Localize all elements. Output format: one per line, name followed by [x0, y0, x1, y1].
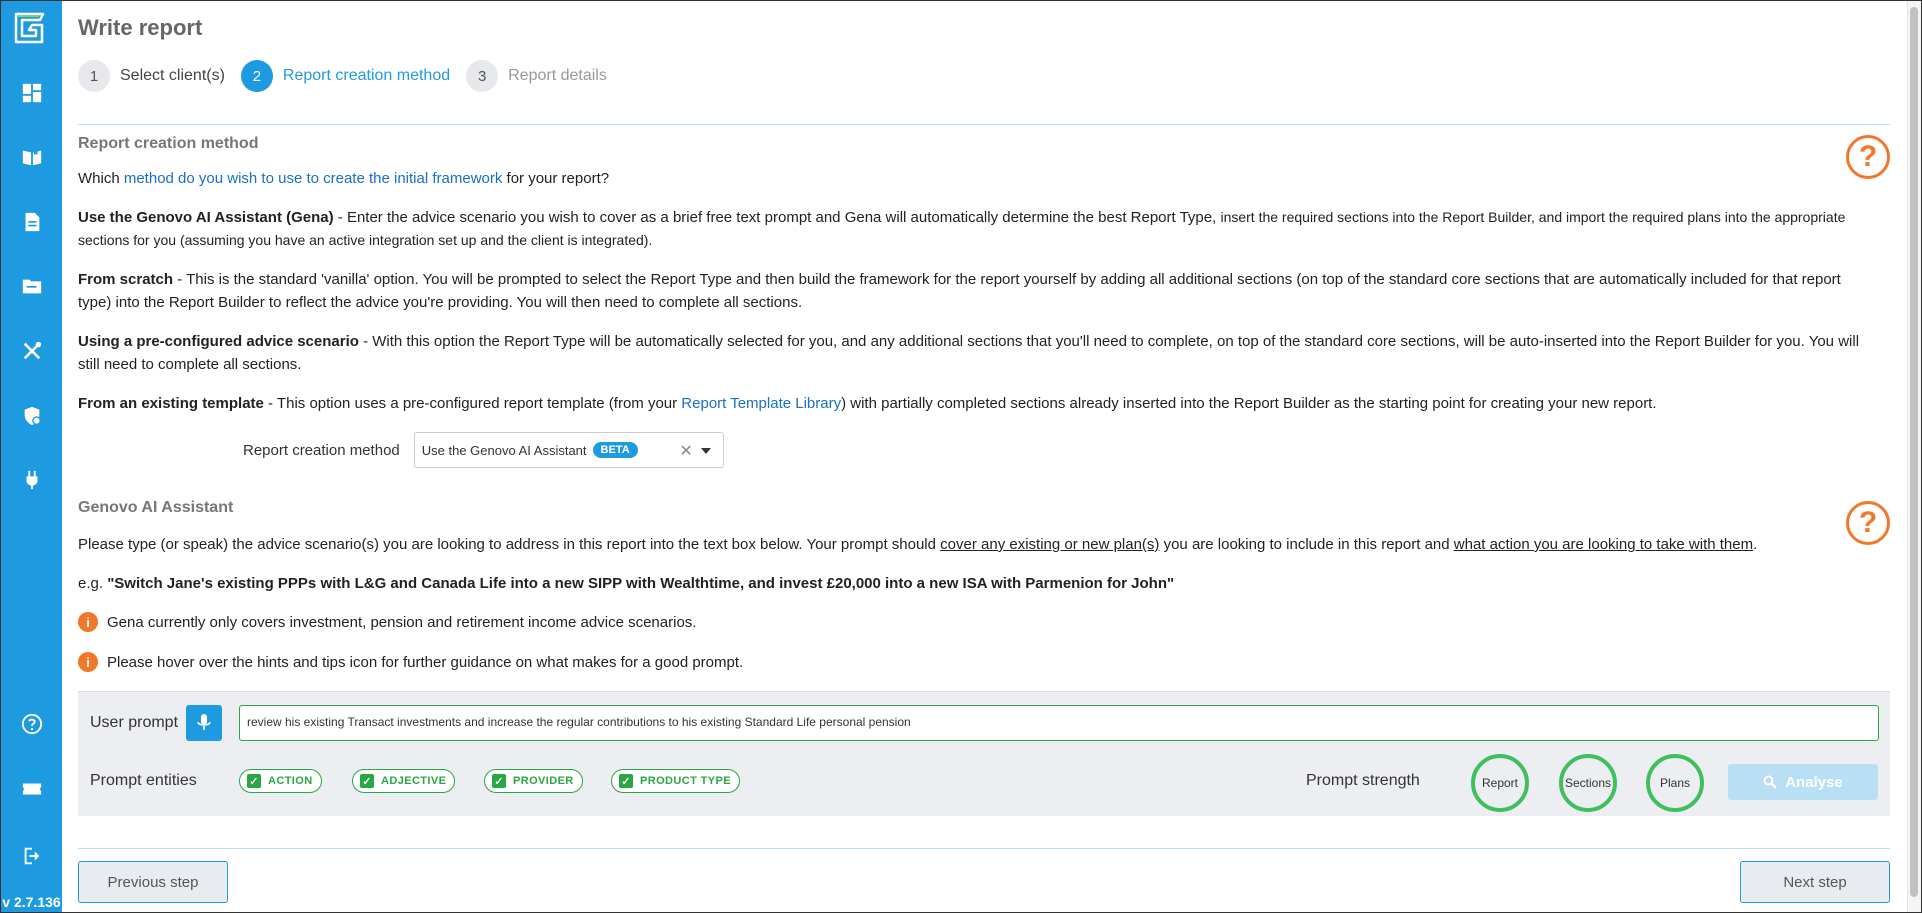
- existing-new-plans-hint[interactable]: cover any existing or new plan(s): [940, 536, 1159, 553]
- entity-label: ADJECTIVE: [381, 775, 447, 787]
- option-title: From scratch: [78, 271, 174, 288]
- option-text: - This option uses a pre-configured repo…: [263, 395, 682, 412]
- stepper: 1 Select client(s) 2 Report creation met…: [78, 59, 623, 93]
- entity-tag-product-type: ✓ PRODUCT TYPE: [611, 769, 740, 793]
- option-scratch-description: From scratch - This is the standard 'van…: [78, 268, 1878, 314]
- gena-example: e.g. "Switch Jane's existing PPPs with L…: [78, 572, 1878, 595]
- info-icon: i: [78, 612, 98, 632]
- clear-icon[interactable]: ✕: [679, 441, 692, 461]
- section-title-creation-method: Report creation method: [78, 135, 259, 152]
- divider: [78, 848, 1890, 849]
- plug-icon[interactable]: [19, 467, 45, 493]
- document-icon[interactable]: [19, 209, 45, 235]
- step-label: Select client(s): [120, 67, 225, 84]
- step-number: 1: [78, 60, 110, 92]
- report-template-library-link[interactable]: Report Template Library: [681, 395, 841, 412]
- analyse-label: Analyse: [1785, 773, 1843, 791]
- method-selected-value: Use the Genovo AI Assistant: [421, 442, 587, 458]
- gena-intro: Please type (or speak) the advice scenar…: [78, 533, 1878, 556]
- info-text: Please hover over the hints and tips ico…: [107, 653, 744, 671]
- tools-icon[interactable]: [19, 338, 45, 364]
- book-icon[interactable]: [19, 144, 45, 170]
- divider: [78, 124, 1890, 125]
- prompt-entities-label: Prompt entities: [90, 772, 197, 789]
- search-icon: [1763, 775, 1777, 789]
- intro-text: you are looking to include in this repor…: [1159, 536, 1454, 553]
- entity-tag-action: ✓ ACTION: [239, 769, 322, 793]
- check-icon: ✓: [619, 774, 633, 788]
- microphone-icon: [197, 714, 211, 730]
- method-framework-link[interactable]: method do you wish to use to create the …: [124, 170, 503, 187]
- step-number: 3: [466, 60, 499, 92]
- ticket-icon[interactable]: [19, 776, 45, 802]
- main-content: Write report 1 Select client(s) 2 Report…: [78, 1, 1890, 912]
- user-prompt-label: User prompt: [90, 714, 179, 731]
- section-title-gena: Genovo AI Assistant: [78, 499, 234, 516]
- info-icon: i: [78, 652, 98, 672]
- strength-indicator-report: Report: [1471, 754, 1529, 812]
- sidebar: v 2.7.136: [1, 1, 62, 912]
- method-select-label: Report creation method: [243, 441, 400, 459]
- check-icon: ✓: [360, 774, 374, 788]
- step-report-creation-method[interactable]: 2 Report creation method: [240, 60, 451, 92]
- scrollbar[interactable]: [1907, 1, 1921, 912]
- strength-indicator-plans: Plans: [1646, 754, 1704, 812]
- shield-icon[interactable]: [19, 403, 45, 429]
- info-hints: i Please hover over the hints and tips i…: [78, 652, 743, 672]
- app-version: v 2.7.136: [2, 894, 61, 910]
- option-title: Use the Genovo AI Assistant (Gena): [78, 209, 334, 226]
- action-hint[interactable]: what action you are looking to take with…: [1454, 536, 1753, 553]
- info-coverage: i Gena currently only covers investment,…: [78, 612, 696, 632]
- step-select-clients[interactable]: 1 Select client(s): [78, 60, 225, 92]
- scrollbar-thumb[interactable]: [1910, 7, 1918, 897]
- genovo-logo[interactable]: [11, 10, 47, 46]
- example-prefix: e.g.: [78, 575, 108, 592]
- info-text: Gena currently only covers investment, p…: [107, 613, 697, 631]
- entity-label: PROVIDER: [513, 775, 574, 787]
- question-text: for your report?: [502, 170, 610, 187]
- entity-tag-adjective: ✓ ADJECTIVE: [352, 769, 456, 793]
- option-text: - Enter the advice scenario you wish to …: [333, 209, 1221, 226]
- intro-text: Please type (or speak) the advice scenar…: [78, 536, 941, 553]
- option-text: - This is the standard 'vanilla' option.…: [78, 271, 1841, 311]
- app-window: v 2.7.136 Write report 1 Select client(s…: [0, 0, 1922, 913]
- folder-icon[interactable]: [19, 273, 45, 299]
- check-icon: ✓: [492, 774, 506, 788]
- option-title: Using a pre-configured advice scenario: [78, 333, 359, 350]
- user-prompt-input[interactable]: review his existing Transact investments…: [239, 705, 1879, 741]
- dashboard-icon[interactable]: [19, 80, 45, 106]
- prompt-strength-label: Prompt strength: [1306, 772, 1420, 789]
- previous-step-button[interactable]: Previous step: [78, 861, 228, 903]
- entity-label: PRODUCT TYPE: [640, 775, 731, 787]
- step-report-details[interactable]: 3 Report details: [466, 60, 607, 92]
- question-text: Which: [78, 170, 124, 187]
- entity-label: ACTION: [268, 775, 313, 787]
- method-question: Which method do you wish to use to creat…: [78, 167, 1878, 190]
- method-select[interactable]: Use the Genovo AI Assistant BETA ✕: [413, 432, 724, 468]
- chevron-down-icon[interactable]: [700, 448, 711, 454]
- option-title: From an existing template: [78, 395, 264, 412]
- help-icon[interactable]: [19, 711, 45, 737]
- microphone-button[interactable]: [186, 705, 222, 741]
- step-label: Report creation method: [282, 67, 451, 84]
- beta-badge: BETA: [592, 442, 638, 458]
- option-gena-description: Use the Genovo AI Assistant (Gena) - Ent…: [78, 206, 1878, 252]
- prompt-panel: User prompt review his existing Transact…: [78, 691, 1890, 816]
- analyse-button[interactable]: Analyse: [1728, 764, 1878, 800]
- example-prompt: "Switch Jane's existing PPPs with L&G an…: [107, 575, 1175, 592]
- check-icon: ✓: [247, 774, 261, 788]
- entity-tag-provider: ✓ PROVIDER: [484, 769, 583, 793]
- next-step-button[interactable]: Next step: [1740, 861, 1890, 903]
- step-number: 2: [240, 60, 273, 92]
- step-label: Report details: [508, 67, 607, 84]
- option-preconfigured-description: Using a pre-configured advice scenario -…: [78, 330, 1878, 376]
- page-title: Write report: [78, 15, 203, 40]
- strength-indicator-sections: Sections: [1559, 754, 1617, 812]
- option-text: ) with partially completed sections alre…: [841, 395, 1657, 412]
- intro-text: .: [1753, 536, 1758, 553]
- logout-icon[interactable]: [19, 843, 45, 869]
- method-select-row: Report creation method Use the Genovo AI…: [243, 432, 724, 468]
- option-template-description: From an existing template - This option …: [78, 392, 1878, 415]
